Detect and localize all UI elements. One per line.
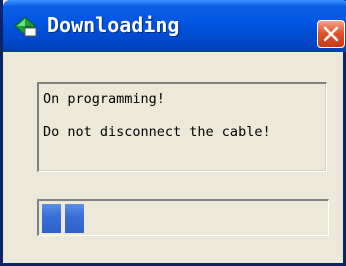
warning-message: Do not disconnect the cable!	[43, 124, 271, 140]
app-icon	[13, 14, 39, 38]
window-title: Downloading	[47, 13, 180, 37]
status-message: On programming!	[43, 91, 165, 107]
progress-bar	[37, 199, 329, 236]
progress-block	[42, 204, 61, 233]
title-bar[interactable]: Downloading	[3, 0, 346, 52]
progress-block	[65, 204, 84, 233]
message-panel: On programming! Do not disconnect the ca…	[37, 82, 327, 172]
close-button[interactable]	[317, 20, 345, 48]
close-icon	[323, 26, 339, 42]
progress-track	[42, 204, 325, 233]
download-dialog: Downloading On programming! Do not disco…	[0, 0, 346, 266]
